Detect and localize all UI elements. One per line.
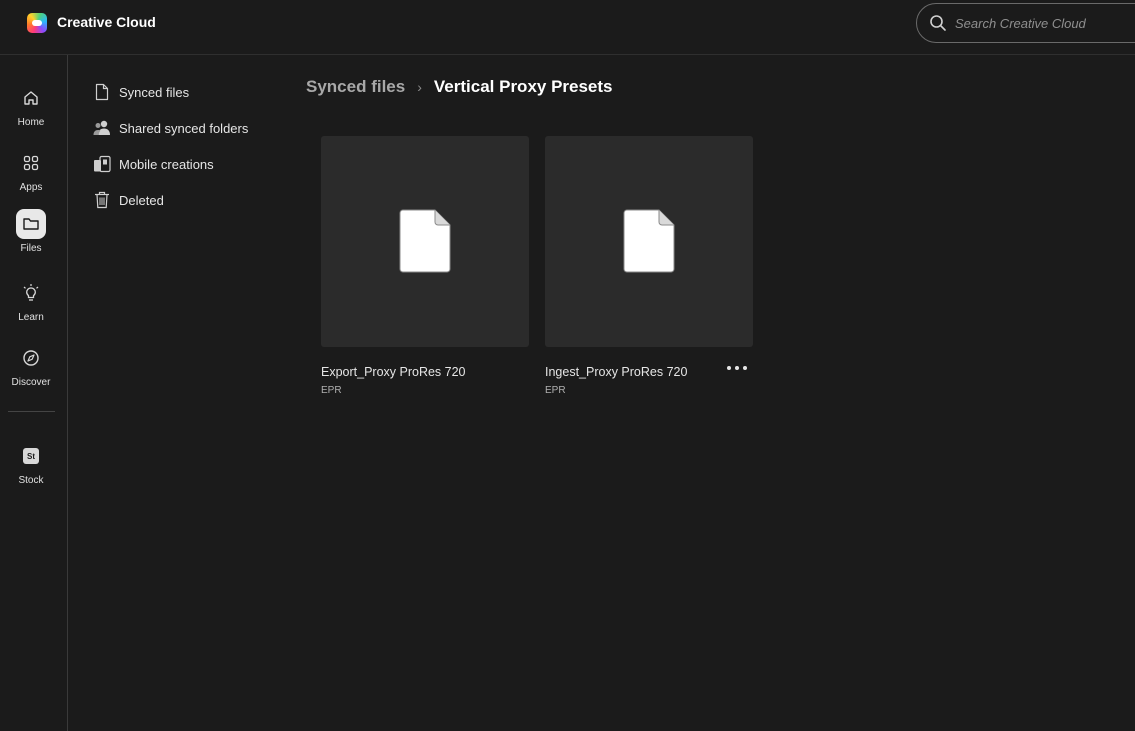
creative-cloud-logo-icon[interactable] (27, 13, 47, 33)
subnav-item-deleted[interactable]: Deleted (93, 189, 164, 211)
breadcrumb-parent-link[interactable]: Synced files (306, 77, 405, 97)
devices-icon (93, 155, 111, 173)
file-type: EPR (545, 385, 566, 396)
file-icon (399, 209, 451, 273)
more-dot (735, 366, 739, 370)
file-card[interactable]: Ingest_Proxy ProRes 720 EPR (545, 136, 753, 396)
subnav-label: Shared synced folders (119, 120, 249, 136)
left-rail: Home Apps Files Learn Discover St Stock (0, 55, 68, 731)
file-card[interactable]: Export_Proxy ProRes 720 EPR (321, 136, 529, 396)
document-icon (93, 83, 111, 101)
rail-item-discover[interactable]: Discover (0, 343, 62, 403)
apps-grid-icon (16, 148, 46, 178)
file-type: EPR (321, 385, 342, 396)
rail-label-stock: Stock (18, 475, 44, 486)
rail-label-files: Files (20, 243, 42, 254)
people-icon (93, 119, 111, 137)
more-dot (727, 366, 731, 370)
trash-icon (93, 191, 111, 209)
subnav-label: Mobile creations (119, 156, 214, 172)
home-icon (16, 83, 46, 113)
subnav-item-synced-files[interactable]: Synced files (93, 81, 189, 103)
file-icon (623, 209, 675, 273)
file-name: Ingest_Proxy ProRes 720 (545, 365, 688, 379)
rail-divider (8, 411, 55, 412)
search-input[interactable] (953, 13, 1135, 33)
search-box[interactable] (916, 3, 1135, 43)
rail-item-apps[interactable]: Apps (0, 148, 62, 208)
compass-icon (16, 343, 46, 373)
subnav-label: Synced files (119, 84, 190, 100)
subnav-item-mobile-creations[interactable]: Mobile creations (93, 153, 214, 175)
page-title: Vertical Proxy Presets (433, 77, 613, 96)
search-icon (930, 15, 946, 31)
subnav-item-shared-synced-folders[interactable]: Shared synced folders (93, 117, 248, 139)
subnav-label: Deleted (119, 192, 164, 208)
rail-item-stock[interactable]: St Stock (0, 441, 62, 501)
file-thumbnail[interactable] (545, 136, 753, 347)
stock-badge: St (23, 448, 39, 464)
breadcrumb-separator-icon: › (417, 79, 422, 95)
top-bar: Creative Cloud (0, 0, 1135, 55)
lightbulb-icon (16, 278, 46, 308)
breadcrumb: Synced files › Vertical Proxy Presets (306, 76, 613, 98)
rail-label-learn: Learn (18, 312, 44, 323)
rail-label-apps: Apps (19, 182, 43, 193)
file-name: Export_Proxy ProRes 720 (321, 365, 466, 379)
more-options-icon[interactable] (727, 362, 747, 374)
rail-label-discover: Discover (11, 377, 51, 388)
rail-item-home[interactable]: Home (0, 83, 62, 143)
file-thumbnail[interactable] (321, 136, 529, 347)
rail-label-home: Home (17, 117, 45, 128)
folder-icon (16, 209, 46, 239)
rail-item-learn[interactable]: Learn (0, 278, 62, 338)
app-title: Creative Cloud (57, 14, 156, 30)
rail-item-files[interactable]: Files (0, 209, 62, 269)
more-dot (743, 366, 747, 370)
stock-icon: St (16, 441, 46, 471)
